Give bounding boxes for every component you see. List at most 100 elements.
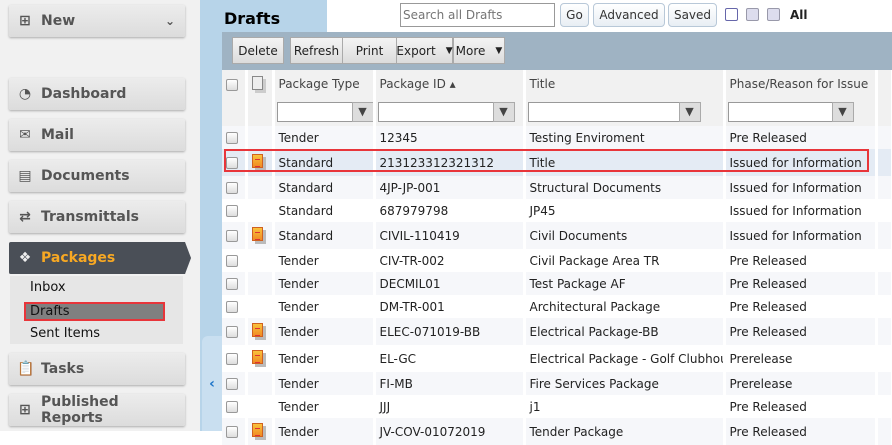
cell-phase: Pre Released	[724, 272, 878, 295]
table-row[interactable]: Tender ELEC-071019-BB Electrical Package-B…	[222, 318, 892, 345]
row-checkbox[interactable]	[226, 353, 238, 365]
document-icon	[251, 75, 263, 90]
table-row[interactable]: Tender JV-COV-01072019 Tender Package Pre R…	[222, 418, 892, 445]
subnav-sent-items[interactable]: Sent Items	[30, 326, 100, 341]
cell-package-id[interactable]: DECMIL01	[374, 272, 526, 295]
row-checkbox[interactable]	[226, 205, 238, 217]
table-row[interactable]: Tender FI-MB Fire Services Package Prerelea…	[222, 372, 892, 395]
more-button[interactable]: More ▼	[453, 37, 505, 64]
collapse-sidebar-button[interactable]: ‹	[202, 336, 222, 431]
row-checkbox[interactable]	[226, 132, 238, 144]
document-icon[interactable]	[251, 423, 263, 437]
all-label[interactable]: All	[790, 8, 808, 22]
row-checkbox[interactable]	[226, 301, 238, 313]
cell-phase: Issued for Information	[724, 176, 878, 199]
row-checkbox[interactable]	[226, 182, 238, 194]
search-input[interactable]	[400, 3, 555, 27]
cell-package-id[interactable]: CIVIL-110419	[374, 222, 526, 249]
document-icon[interactable]	[251, 154, 263, 168]
filter-icon[interactable]: ▼	[351, 102, 371, 122]
nav-documents[interactable]: ▤ Documents	[9, 160, 185, 192]
go-button[interactable]: Go	[560, 3, 589, 27]
table-row[interactable]: Standard 213123312321312 Title Issued for I…	[222, 149, 892, 176]
view-toggle-1[interactable]	[725, 8, 738, 21]
document-icon[interactable]	[251, 323, 263, 337]
select-all-checkbox[interactable]	[226, 78, 238, 91]
table-row[interactable]: Standard 687979798 JP45 Issued for Informat…	[222, 199, 892, 222]
table-row[interactable]: Tender EL-GC Electrical Package - Golf Clu…	[222, 345, 892, 372]
nav-mail[interactable]: ✉ Mail	[9, 119, 185, 151]
cell-title[interactable]: Structural Documents	[524, 176, 726, 199]
row-checkbox[interactable]	[226, 278, 238, 290]
row-checkbox[interactable]	[226, 230, 238, 242]
cell-title[interactable]: Electrical Package-BB	[524, 318, 726, 345]
cell-title[interactable]: Tender Package	[524, 418, 726, 445]
saved-button[interactable]: Saved	[668, 3, 717, 27]
filter-icon[interactable]: ▼	[678, 102, 701, 122]
row-checkbox[interactable]	[226, 378, 238, 390]
nav-transmittals[interactable]: ⇄ Transmittals	[9, 201, 185, 233]
view-toggle-2[interactable]	[746, 8, 759, 21]
document-icon[interactable]	[251, 227, 263, 241]
filter-input-package-id[interactable]	[377, 102, 494, 122]
cell-package-id[interactable]: 213123312321312	[374, 149, 526, 176]
view-toggle-3[interactable]	[767, 8, 780, 21]
cell-title[interactable]: Testing Enviroment	[524, 126, 726, 149]
subnav-inbox[interactable]: Inbox	[30, 280, 66, 295]
cell-package-id[interactable]: 4JP-JP-001	[374, 176, 526, 199]
nav-tasks[interactable]: 📋 Tasks	[9, 353, 185, 385]
cell-title[interactable]: Test Package AF	[524, 272, 726, 295]
filter-input-phase[interactable]	[727, 102, 833, 122]
cell-package-id[interactable]: 687979798	[374, 199, 526, 222]
table-row[interactable]: Tender 12345 Testing Enviroment Pre Release…	[222, 126, 892, 149]
table-row[interactable]: Tender DECMIL01 Test Package AF Pre Release…	[222, 272, 892, 295]
cell-package-id[interactable]: DM-TR-001	[374, 295, 526, 318]
row-checkbox[interactable]	[226, 401, 238, 413]
refresh-button[interactable]: Refresh	[290, 37, 343, 64]
filter-icon[interactable]: ▼	[492, 102, 515, 122]
cell-package-id[interactable]: CIV-TR-002	[374, 249, 526, 272]
cell-package-id[interactable]: 12345	[374, 126, 526, 149]
row-checkbox[interactable]	[226, 426, 238, 438]
column-header-package-id[interactable]: Package ID ▴	[374, 70, 526, 98]
cell-package-id[interactable]: JV-COV-01072019	[374, 418, 526, 445]
cell-title[interactable]: Fire Services Package	[524, 372, 726, 395]
cell-title[interactable]: Title	[524, 149, 726, 176]
subnav-drafts[interactable]: Drafts	[24, 302, 165, 321]
filter-icon[interactable]: ▼	[831, 102, 854, 122]
cell-package-id[interactable]: ELEC-071019-BB	[374, 318, 526, 345]
gift-icon: ❖	[18, 250, 32, 266]
print-button[interactable]: Print	[342, 37, 397, 64]
cell-title[interactable]: Civil Package Area TR	[524, 249, 726, 272]
advanced-button[interactable]: Advanced	[593, 3, 665, 27]
table-row[interactable]: Standard CIVIL-110419 Civil Documents Issue…	[222, 222, 892, 249]
cell-title[interactable]: JP45	[524, 199, 726, 222]
cell-title[interactable]: Civil Documents	[524, 222, 726, 249]
column-header-package-type[interactable]: Package Type	[273, 70, 376, 98]
cell-package-id[interactable]: JJJ	[374, 395, 526, 418]
cell-title[interactable]: j1	[524, 395, 726, 418]
nav-published-reports[interactable]: ⊞ Published Reports	[9, 394, 185, 426]
table-row[interactable]: Tender JJJ j1 Pre Released	[222, 395, 892, 418]
document-icon[interactable]	[251, 350, 263, 364]
filter-input-title[interactable]	[527, 102, 680, 122]
cell-package-id[interactable]: FI-MB	[374, 372, 526, 395]
table-row[interactable]: Tender CIV-TR-002 Civil Package Area TR Pre…	[222, 249, 892, 272]
table-row[interactable]: Tender DM-TR-001 Architectural Package Pre …	[222, 295, 892, 318]
nav-dashboard[interactable]: ◔ Dashboard	[9, 78, 185, 110]
nav-packages[interactable]: ❖ Packages	[9, 242, 191, 274]
cell-title[interactable]: Architectural Package	[524, 295, 726, 318]
filter-input-package-type[interactable]	[276, 102, 353, 122]
delete-button[interactable]: Delete	[232, 37, 284, 64]
column-header-phase[interactable]: Phase/Reason for Issue	[724, 70, 878, 98]
row-checkbox[interactable]	[226, 157, 238, 169]
column-header-title[interactable]: Title	[524, 70, 726, 98]
cell-package-id[interactable]: EL-GC	[374, 345, 526, 372]
export-button[interactable]: Export ▼	[396, 37, 453, 64]
cell-package-type: Tender	[273, 318, 376, 345]
table-row[interactable]: Standard 4JP-JP-001 Structural Documents Is…	[222, 176, 892, 199]
row-checkbox[interactable]	[226, 255, 238, 267]
row-checkbox[interactable]	[226, 326, 238, 338]
new-button[interactable]: ⊞ New ⌄	[9, 5, 185, 37]
cell-title[interactable]: Electrical Package - Golf Clubhouse	[524, 345, 726, 372]
